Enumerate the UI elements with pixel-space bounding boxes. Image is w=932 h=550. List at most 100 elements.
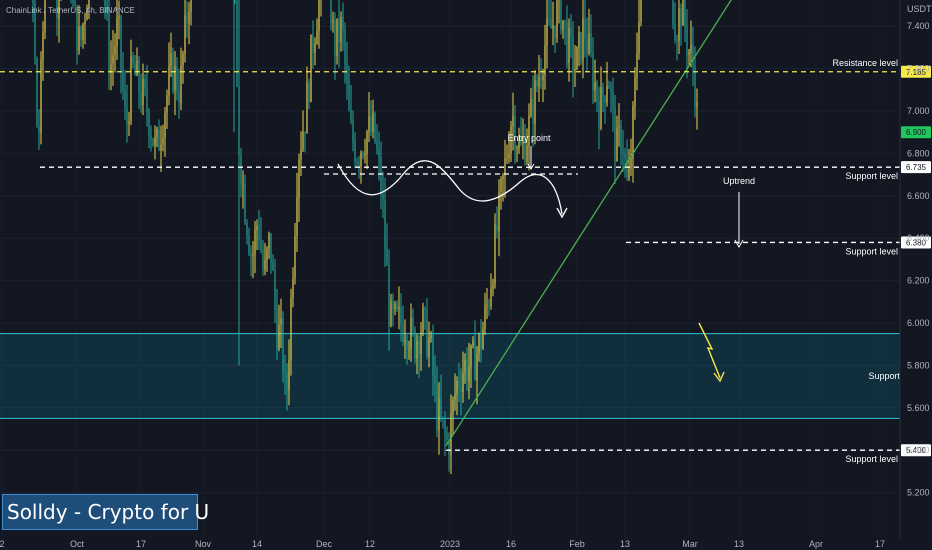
- candle-body: [482, 328, 484, 349]
- candle-body: [274, 270, 276, 310]
- candle-body: [456, 380, 458, 394]
- candle-body: [454, 393, 456, 400]
- candle-body: [568, 27, 570, 64]
- candle-body: [164, 112, 166, 139]
- candle-body: [378, 149, 380, 159]
- candle-body: [566, 22, 568, 64]
- candle-body: [398, 306, 400, 310]
- candle-body: [310, 34, 312, 102]
- candle-body: [516, 149, 518, 151]
- candle-body: [240, 154, 242, 185]
- candle-body: [572, 36, 574, 73]
- candle-body: [152, 138, 154, 146]
- candle-body: [576, 46, 578, 70]
- candle-body: [270, 233, 272, 263]
- current-price-text: 6.900: [906, 128, 927, 137]
- candle-body: [490, 289, 492, 307]
- candle-body: [544, 45, 546, 76]
- candle-body: [430, 335, 432, 338]
- candle-body: [462, 372, 464, 393]
- candle-body: [504, 158, 506, 175]
- candle-body: [680, 7, 682, 26]
- candle-body: [494, 224, 496, 285]
- candle-body: [368, 116, 370, 132]
- entry-point-label: Entry point: [507, 133, 551, 143]
- time-tick-label: 2: [0, 539, 5, 549]
- candle-body: [342, 16, 344, 30]
- candle-body: [318, 0, 320, 32]
- candle-body: [556, 0, 558, 39]
- candle-body: [570, 27, 572, 37]
- candle-body: [470, 345, 472, 367]
- candle-body: [598, 101, 600, 129]
- candle-body: [278, 324, 280, 350]
- candle-body: [438, 398, 440, 431]
- candle-body: [484, 305, 486, 329]
- candle-body: [340, 16, 342, 43]
- candle-body: [356, 161, 358, 163]
- candle-body: [386, 248, 388, 266]
- candle-body: [562, 20, 564, 31]
- candle-body: [372, 113, 374, 133]
- candle-body: [596, 82, 598, 102]
- candle-body: [44, 0, 46, 33]
- candle-body: [690, 45, 692, 52]
- candle-body: [584, 18, 586, 39]
- symbol-title: ChainLink / TetherUS, 4h, BINANCE: [6, 6, 135, 15]
- candle-body: [150, 135, 152, 139]
- candle-body: [614, 107, 616, 162]
- candle-body: [580, 32, 582, 61]
- candle-body: [538, 77, 540, 87]
- candle-body: [394, 303, 396, 310]
- candle-body: [552, 25, 554, 29]
- candle-body: [122, 68, 124, 90]
- candle-body: [612, 92, 614, 108]
- candle-body: [350, 110, 352, 122]
- brand-banner: Solldy - Crypto for U: [2, 494, 209, 530]
- candle-body: [132, 56, 134, 63]
- time-tick-label: Feb: [569, 539, 585, 549]
- price-tick-label: 6.200: [907, 276, 930, 286]
- candle-body: [358, 162, 360, 167]
- candle-body: [114, 46, 116, 55]
- candle-body: [118, 16, 120, 19]
- candle-body: [388, 265, 390, 326]
- candle-body: [380, 158, 382, 195]
- zone-support: [0, 333, 900, 419]
- candle-body: [628, 168, 630, 178]
- time-tick-label: Mar: [682, 539, 698, 549]
- candle-body: [450, 413, 452, 456]
- time-axis[interactable]: 2 Oct 17 Nov 14 Dec 12 2023 16 Feb 13 Mar 13 Apr 17: [0, 539, 885, 549]
- price-tick-label: 5.600: [907, 403, 930, 413]
- candle-body: [624, 153, 626, 158]
- time-tick-label: 17: [136, 539, 146, 549]
- candle-body: [334, 20, 336, 57]
- candle-body: [540, 77, 542, 81]
- candle-body: [636, 53, 638, 78]
- candle-body: [262, 250, 264, 271]
- candle-body: [42, 32, 44, 60]
- candle-body: [578, 32, 580, 47]
- candle-body: [546, 19, 548, 46]
- candle-body: [280, 318, 282, 325]
- candle-body: [586, 38, 588, 54]
- candle-body: [186, 15, 188, 24]
- candle-body: [428, 337, 430, 357]
- uptrend-label: Uptrend: [723, 176, 755, 186]
- candle-body: [620, 126, 622, 153]
- candle-body: [256, 225, 258, 231]
- candle-body: [72, 0, 74, 3]
- candle-body: [542, 75, 544, 81]
- price-chart[interactable]: ResistanceSupport Uptrend Resistance lev…: [0, 0, 932, 550]
- candle-body: [402, 324, 404, 342]
- candle-body: [246, 222, 248, 237]
- candle-body: [530, 98, 532, 116]
- candle-body: [284, 372, 286, 374]
- candle-body: [188, 11, 190, 24]
- candle-body: [242, 183, 244, 185]
- candle-body: [692, 45, 694, 67]
- candle-body: [640, 0, 642, 23]
- candle-body: [536, 80, 538, 87]
- candle-body: [674, 24, 676, 41]
- price-axis[interactable]: 7.400 7.200 7.000 6.800 6.600 6.400 6.200 6.000…: [899, 0, 930, 538]
